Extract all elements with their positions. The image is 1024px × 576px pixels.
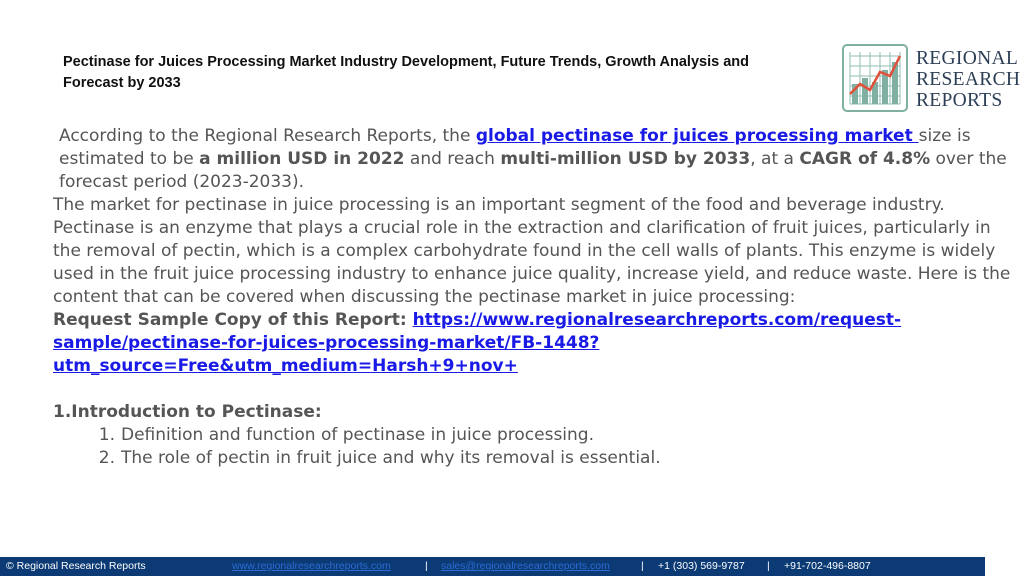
sample-label: Request Sample Copy of this Report: [53,310,413,330]
list-item: 2. The role of pectin in fruit juice and … [98,448,661,468]
footer-phone-1: +1 (303) 569-9787 [658,560,745,572]
company-logo: REGIONAL RESEARCH REPORTS [842,44,1022,114]
intro-paragraph: According to the Regional Research Repor… [53,125,1013,194]
intro-text: and reach [404,149,501,169]
footer-website-link[interactable]: www.regionalresearchreports.com [232,557,391,576]
forecast-value: multi-million USD by 2033 [500,149,751,169]
footer-phone-2: +91-702-496-8807 [784,560,871,572]
market-link[interactable]: global pectinase for juices processing m… [476,126,919,146]
market-size-value: a million USD in 2022 [199,149,405,169]
intro-text: , at a [750,149,800,169]
description-paragraph: The market for pectinase in juice proces… [53,195,1011,307]
footer-copyright: © Regional Research Reports [6,560,146,572]
page-title: Pectinase for Juices Processing Market I… [63,54,749,91]
sample-request: Request Sample Copy of this Report: http… [53,309,1013,378]
cagr-value: CAGR of 4.8% [799,149,931,169]
footer-bar: © Regional Research Reports www.regional… [0,557,985,576]
logo-text-line1: REGIONAL [916,48,1019,69]
footer-separator: | [641,560,644,572]
logo-text-line2: RESEARCH [916,69,1021,90]
footer-separator: | [767,560,770,572]
list-item: 1. Definition and function of pectinase i… [98,425,594,445]
line-chart-grid-icon [842,44,908,112]
section-title: 1.Introduction to Pectinase: [53,402,322,422]
article-body: According to the Regional Research Repor… [53,125,1013,470]
footer-email-link[interactable]: sales@regionalresearchreports.com [441,557,610,576]
logo-text-line3: REPORTS [916,90,1003,111]
intro-text: According to the Regional Research Repor… [59,126,476,146]
footer-separator: | [425,560,428,572]
